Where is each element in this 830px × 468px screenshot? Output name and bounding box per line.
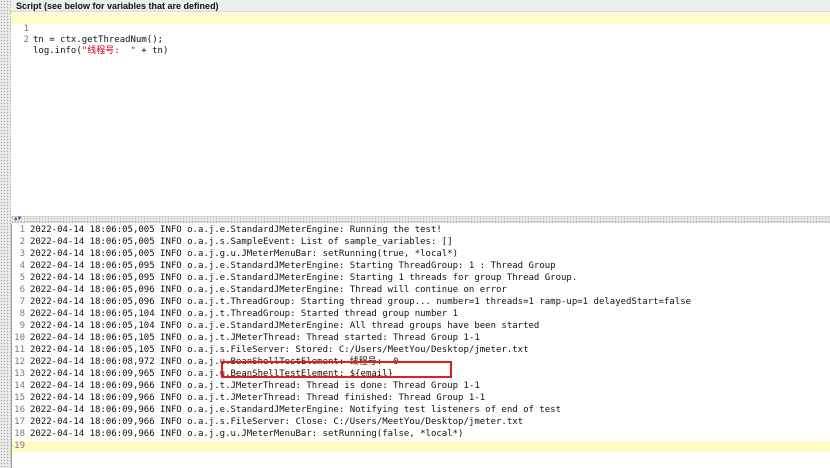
- log-text: 2022-04-14 18:06:09,965 INFO o.a.j.u.Bea…: [30, 369, 394, 379]
- log-text: 2022-04-14 18:06:05,105 INFO o.a.j.s.Fil…: [30, 345, 529, 355]
- line-number: 6: [19, 285, 25, 295]
- log-text: 2022-04-14 18:06:05,105 INFO o.a.j.t.JMe…: [30, 333, 480, 343]
- code-text: tn = ctx.getThreadNum();: [33, 35, 164, 45]
- line-number: 3: [19, 249, 25, 259]
- line-number: 17: [14, 417, 25, 427]
- line-number: 9: [19, 321, 25, 331]
- log-text: 2022-04-14 18:06:09,966 INFO o.a.j.t.JMe…: [30, 381, 480, 391]
- line-number: 12: [14, 357, 25, 367]
- log-text: 2022-04-14 18:06:09,966 INFO o.a.j.e.Sta…: [30, 405, 562, 415]
- log-line: 16 2022-04-14 18:06:09,966 INFO o.a.j.e.S…: [12, 405, 830, 416]
- log-text: 2022-04-14 18:06:05,095 INFO o.a.j.e.Sta…: [30, 273, 578, 283]
- log-line: 2 2022-04-14 18:06:05,005 INFO o.a.j.s.Sa…: [12, 237, 830, 248]
- log-text: 2022-04-14 18:06:09,966 INFO o.a.j.s.Fil…: [30, 417, 524, 427]
- log-text: 2022-04-14 18:06:08,972 INFO o.a.j.u.Bea…: [30, 357, 399, 367]
- line-number: 11: [14, 345, 25, 355]
- code-tail: + tn): [135, 46, 169, 56]
- log-line: 4 2022-04-14 18:06:05,095 INFO o.a.j.e.St…: [12, 261, 830, 272]
- log-line: 18 2022-04-14 18:06:09,966 INFO o.a.j.g.u…: [12, 429, 830, 440]
- log-line: 10 2022-04-14 18:06:05,105 INFO o.a.j.t.J…: [12, 333, 830, 344]
- script-panel-title: Script (see below for variables that are…: [11, 0, 830, 12]
- line-number: 13: [14, 369, 25, 379]
- line-number: 19: [14, 441, 25, 451]
- log-text: 2022-04-14 18:06:05,005 INFO o.a.j.s.Sam…: [30, 237, 453, 247]
- log-line: 7 2022-04-14 18:06:05,096 INFO o.a.j.t.Th…: [12, 297, 830, 308]
- log-line-current: 19: [12, 441, 830, 452]
- editor-line[interactable]: 2 log.info("线程号: " + tn): [11, 24, 830, 56]
- code-text: log.info("线程号: " + tn): [33, 46, 168, 57]
- split-pane-divider[interactable]: ▲▼: [11, 215, 830, 223]
- editor-line[interactable]: 1 tn = ctx.getThreadNum();: [11, 13, 830, 45]
- log-line: 11 2022-04-14 18:06:05,105 INFO o.a.j.s.F…: [12, 345, 830, 356]
- log-line: 13 2022-04-14 18:06:09,965 INFO o.a.j.u.B…: [12, 369, 830, 380]
- log-text: 2022-04-14 18:06:05,096 INFO o.a.j.e.Sta…: [30, 285, 507, 295]
- line-number: 1: [19, 225, 25, 235]
- log-line: 9 2022-04-14 18:06:05,104 INFO o.a.j.e.St…: [12, 321, 830, 332]
- log-line: 6 2022-04-14 18:06:05,096 INFO o.a.j.e.St…: [12, 285, 830, 296]
- line-number: 18: [14, 429, 25, 439]
- line-number: 10: [14, 333, 25, 343]
- line-number: 2: [19, 237, 25, 247]
- code-call: log.info(: [33, 46, 82, 56]
- line-number: 14: [14, 381, 25, 391]
- log-text: 2022-04-14 18:06:09,966 INFO o.a.j.g.u.J…: [30, 429, 464, 439]
- log-text: 2022-04-14 18:06:05,104 INFO o.a.j.e.Sta…: [30, 321, 540, 331]
- line-number: 15: [14, 393, 25, 403]
- line-number: 4: [19, 261, 25, 271]
- script-editor[interactable]: 1 tn = ctx.getThreadNum(); 2 log.info("线…: [11, 13, 830, 216]
- line-number: 16: [14, 405, 25, 415]
- log-line: 1 2022-04-14 18:06:05,005 INFO o.a.j.e.St…: [12, 225, 830, 236]
- log-line: 15 2022-04-14 18:06:09,966 INFO o.a.j.t.J…: [12, 393, 830, 404]
- log-viewer[interactable]: 1 2022-04-14 18:06:05,005 INFO o.a.j.e.St…: [11, 224, 830, 468]
- line-number: 7: [19, 297, 25, 307]
- log-line: 14 2022-04-14 18:06:09,966 INFO o.a.j.t.J…: [12, 381, 830, 392]
- string-literal: "线程号: ": [81, 46, 136, 56]
- log-text: 2022-04-14 18:06:05,096 INFO o.a.j.t.Thr…: [30, 297, 692, 307]
- line-number: 8: [19, 309, 25, 319]
- line-number: 5: [19, 273, 25, 283]
- log-text: 2022-04-14 18:06:09,966 INFO o.a.j.t.JMe…: [30, 393, 486, 403]
- log-line: 3 2022-04-14 18:06:05,005 INFO o.a.j.g.u.…: [12, 249, 830, 260]
- log-text: 2022-04-14 18:06:05,104 INFO o.a.j.t.Thr…: [30, 309, 459, 319]
- log-line: 17 2022-04-14 18:06:09,966 INFO o.a.j.s.F…: [12, 417, 830, 428]
- log-text: 2022-04-14 18:06:05,005 INFO o.a.j.e.Sta…: [30, 225, 442, 235]
- log-line: 8 2022-04-14 18:06:05,104 INFO o.a.j.t.Th…: [12, 309, 830, 320]
- split-arrows-icon[interactable]: ▲▼: [14, 215, 21, 223]
- log-text: 2022-04-14 18:06:05,005 INFO o.a.j.g.u.J…: [30, 249, 459, 259]
- log-text: 2022-04-14 18:06:05,095 INFO o.a.j.e.Sta…: [30, 261, 556, 271]
- log-line: 12 2022-04-14 18:06:08,972 INFO o.a.j.u.B…: [12, 357, 830, 368]
- log-line: 5 2022-04-14 18:06:05,095 INFO o.a.j.e.St…: [12, 273, 830, 284]
- line-number: 2: [23, 35, 29, 45]
